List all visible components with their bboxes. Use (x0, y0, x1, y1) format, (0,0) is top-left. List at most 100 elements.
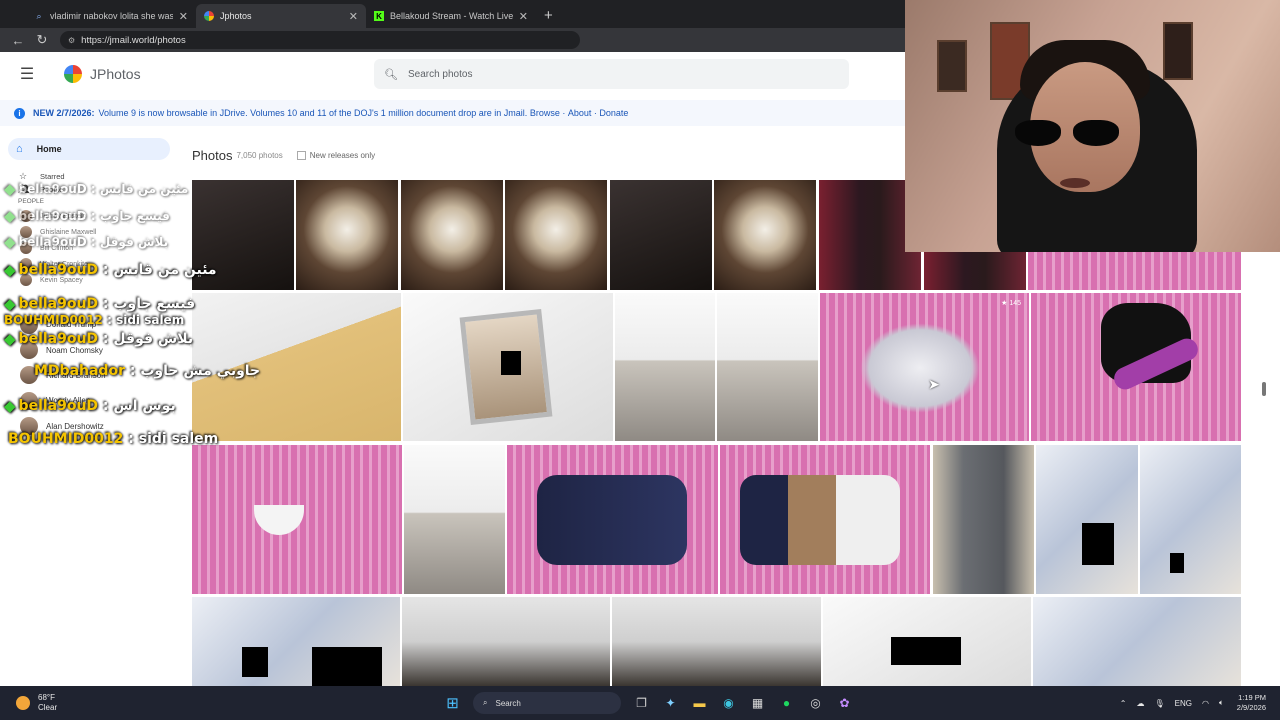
copilot-icon[interactable]: ✦ (660, 692, 682, 714)
info-icon: i (14, 107, 25, 119)
wall-poster (1163, 22, 1193, 80)
stream-chat-overlay: ◆ bella9ouD : مئين من قابس ◆ bella9ouD : ف… (0, 180, 260, 460)
app-brand: JPhotos (90, 66, 141, 82)
browser-tab-jphotos[interactable]: Jphotos ✕ (196, 4, 366, 28)
scrollbar-thumb[interactable] (1262, 382, 1266, 396)
spotify-icon[interactable]: ● (776, 692, 798, 714)
redaction-box (242, 647, 268, 677)
browser-tab-search[interactable]: ⌕ vladimir nabokov lolita she was lo ✕ (26, 4, 196, 28)
photo-tile[interactable]: ★ 145 (820, 293, 1029, 441)
photo-tile[interactable] (401, 180, 503, 290)
photo-tile[interactable] (612, 597, 821, 686)
file-explorer-icon[interactable]: ▬ (689, 692, 711, 714)
jphotos-favicon (204, 11, 214, 21)
close-icon[interactable]: ✕ (349, 10, 358, 23)
close-icon[interactable]: ✕ (519, 10, 528, 23)
gem-badge-icon: ◆ (4, 180, 16, 198)
photo-tile[interactable] (296, 180, 398, 290)
photos-title-row: Photos 7,050 photos New releases only (192, 148, 375, 163)
redaction-box (1170, 553, 1184, 573)
photo-tile[interactable] (403, 293, 613, 441)
sidebar-item-label: Home (36, 144, 62, 154)
chat-username: MDbahador (34, 363, 125, 379)
photo-tile[interactable] (1036, 445, 1138, 594)
chrome-icon[interactable]: ◎ (805, 692, 827, 714)
streamer-mouth (1060, 178, 1090, 188)
reload-icon[interactable]: ↻ (30, 32, 54, 48)
store-icon[interactable]: ▦ (747, 692, 769, 714)
chat-text: مئين من قابس (99, 182, 189, 196)
photo-tile[interactable] (507, 445, 718, 594)
hamburger-menu-icon[interactable]: ☰ (0, 64, 54, 84)
jphotos-logo (64, 65, 82, 83)
taskbar-search[interactable]: ⌕ Search (473, 692, 621, 714)
chat-text: فيسع جاوب (113, 296, 196, 312)
weather-temp: 68°F (38, 693, 55, 702)
photo-tile[interactable] (404, 445, 505, 594)
photo-tile[interactable] (192, 445, 402, 594)
search-icon: ⌕ (483, 698, 488, 707)
site-info-icon[interactable]: ⚙ (68, 36, 75, 45)
wifi-icon[interactable]: ◠ (1202, 699, 1209, 708)
photo-tile[interactable] (823, 597, 1031, 686)
close-icon[interactable]: ✕ (179, 10, 188, 23)
taskbar-search-label: Search (495, 698, 521, 708)
banner-donate-link[interactable]: Donate (599, 108, 628, 118)
new-tab-button[interactable]: + (544, 7, 553, 24)
photo-count: 7,050 photos (236, 151, 283, 160)
search-input[interactable]: 🔍︎ Search photos (374, 59, 849, 89)
windows-start-icon[interactable]: ⊞ (442, 692, 464, 714)
language-indicator[interactable]: ENG (1175, 699, 1192, 708)
chevron-up-icon[interactable]: ⌃ (1120, 699, 1127, 708)
new-releases-checkbox[interactable] (296, 151, 306, 160)
weather-widget[interactable]: 68°F Clear (16, 693, 416, 713)
redaction-box (1082, 523, 1114, 565)
clock[interactable]: 1:19 PM 2/9/2026 (1237, 693, 1266, 713)
system-tray: ⌃ ☁ 🎙︎ ENG ◠ 🔈︎ 1:19 PM 2/9/2026 (1115, 686, 1266, 720)
cloud-icon[interactable]: ☁ (1137, 699, 1145, 708)
microphone-icon[interactable]: 🎙︎ (1155, 699, 1165, 708)
chat-message: ◆ bella9ouD : فيسع جاوب (4, 295, 196, 313)
browser-tab-stream[interactable]: K Bellakoud Stream - Watch Live on ✕ (366, 4, 536, 28)
messenger-icon[interactable]: ✿ (834, 692, 856, 714)
chat-text: sidi salem (138, 431, 219, 447)
mouse-cursor-icon: ➤ (928, 376, 940, 392)
chat-username: bella9ouD (18, 209, 87, 223)
clock-time: 1:19 PM (1238, 693, 1266, 702)
volume-icon[interactable]: 🔈︎ (1219, 698, 1224, 708)
photo-tile[interactable] (192, 597, 400, 686)
search-icon: 🔍︎ (384, 68, 398, 81)
chat-message: ◆ bella9ouD : بلاش فوقل (4, 233, 169, 251)
app-header: ☰ JPhotos 🔍︎ Search photos (0, 52, 905, 96)
chat-message: ◆ bella9ouD : فيسع جاوب (4, 207, 170, 225)
back-icon[interactable]: ← (6, 33, 30, 48)
photo-tile[interactable] (505, 180, 607, 290)
new-releases-label: New releases only (309, 151, 376, 160)
gem-badge-icon: ◆ (4, 330, 16, 348)
chat-text: بلاش فوقل (99, 235, 169, 249)
banner-about-link[interactable]: About (568, 108, 592, 118)
photo-tile[interactable] (717, 293, 818, 441)
tab-title: vladimir nabokov lolita she was lo (50, 11, 173, 21)
photo-tile[interactable] (615, 293, 715, 441)
url-field[interactable]: ⚙ https://jmail.world/photos (60, 31, 580, 49)
edge-icon[interactable]: ◉ (718, 692, 740, 714)
redaction-box (312, 647, 382, 686)
task-view-icon[interactable]: ❐ (631, 692, 653, 714)
gem-badge-icon: ◆ (4, 233, 16, 251)
page-title: Photos (192, 148, 233, 163)
photo-tile[interactable] (402, 597, 610, 686)
search-icon: ⌕ (36, 10, 42, 21)
photo-tile[interactable] (933, 445, 1034, 594)
kick-icon: K (374, 11, 384, 21)
photo-tile[interactable] (1033, 597, 1241, 686)
banner-date: NEW 2/7/2026: (33, 108, 95, 118)
photo-tile[interactable] (720, 445, 930, 594)
photo-tile[interactable] (1031, 293, 1241, 441)
photo-tile[interactable] (610, 180, 712, 290)
chat-message: ◆ bella9ouD : مئين من قابس (4, 180, 189, 198)
photo-tile[interactable] (714, 180, 816, 290)
photo-tile[interactable] (1140, 445, 1241, 594)
banner-browse-link[interactable]: Browse (530, 108, 560, 118)
sidebar-item-home[interactable]: ⌂ Home (8, 138, 170, 160)
